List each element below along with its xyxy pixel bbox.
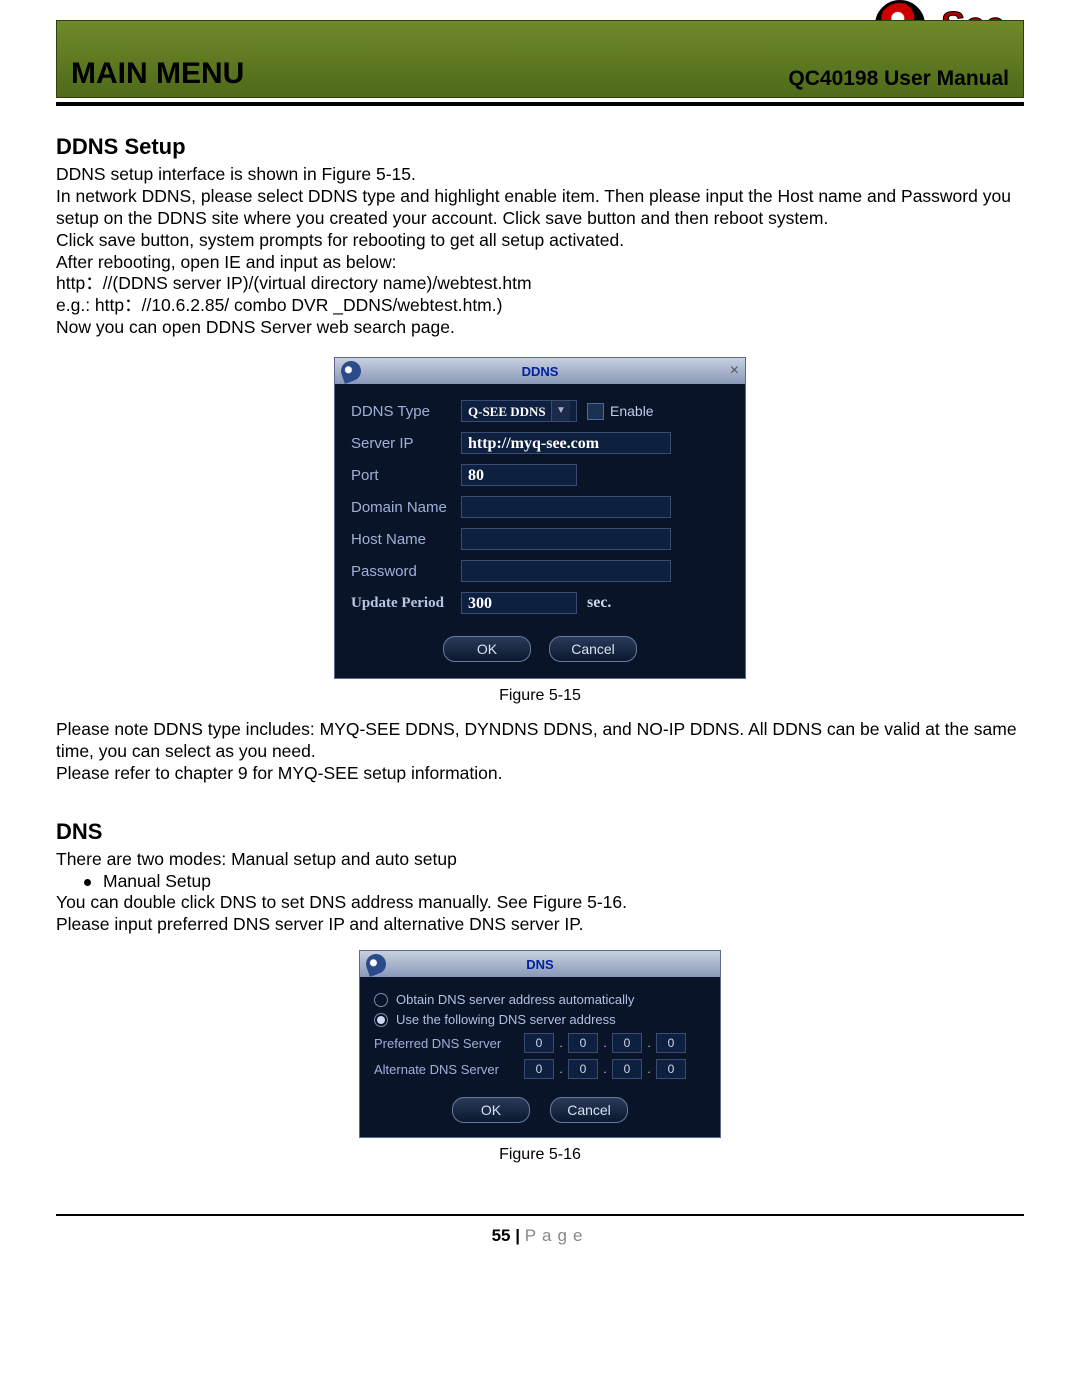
app-icon [338,358,364,384]
server-ip-input[interactable]: http://myq-see.com [461,432,671,454]
label-preferred-dns: Preferred DNS Server [374,1036,524,1051]
radio-manual-dns[interactable] [374,1013,388,1027]
ddns-window: DDNS × DDNS Type Q-SEE DDNS ▼ Enable Ser… [334,357,746,679]
password-input[interactable] [461,560,671,582]
label-domain-name: Domain Name [351,499,461,516]
ip-octet[interactable]: 0 [612,1059,642,1079]
ddns-window-title: DDNS [522,364,559,379]
ip-octet[interactable]: 0 [612,1033,642,1053]
page-footer: 55 | Page [56,1226,1024,1246]
dns-window-title: DNS [526,957,553,972]
host-name-input[interactable] [461,528,671,550]
cancel-button[interactable]: Cancel [549,636,637,662]
sec-label: sec. [587,594,611,612]
ddns-setup-heading: DDNS Setup [56,134,1024,160]
alternate-dns-input[interactable]: 0. 0. 0. 0 [524,1059,686,1079]
text-line: You can double click DNS to set DNS addr… [56,892,1024,914]
text-line: Please refer to chapter 9 for MYQ-SEE se… [56,763,1024,785]
enable-label: Enable [610,403,654,419]
label-update-period: Update Period [351,595,461,612]
ip-octet[interactable]: 0 [568,1059,598,1079]
text-line: Now you can open DDNS Server web search … [56,317,1024,339]
cancel-button[interactable]: Cancel [550,1097,628,1123]
preferred-dns-input[interactable]: 0. 0. 0. 0 [524,1033,686,1053]
label-server-ip: Server IP [351,435,461,452]
text-line: Please input preferred DNS server IP and… [56,914,1024,936]
figure-5-15-caption: Figure 5-15 [56,687,1024,705]
header-divider [56,102,1024,106]
radio-manual-label: Use the following DNS server address [396,1012,616,1027]
ok-button[interactable]: OK [452,1097,530,1123]
page-number: 55 [492,1226,511,1245]
label-ddns-type: DDNS Type [351,403,461,420]
doc-title: QC40198 User Manual [788,67,1009,91]
dns-window: DNS Obtain DNS server address automatica… [359,950,721,1138]
domain-name-input[interactable] [461,496,671,518]
close-icon[interactable]: × [730,362,739,380]
ddns-titlebar: DDNS × [335,358,745,384]
bullet-icon [84,879,91,886]
label-alternate-dns: Alternate DNS Server [374,1062,524,1077]
page-title: MAIN MENU [71,57,244,91]
ddns-type-value: Q-SEE DDNS [468,401,551,421]
text-line: e.g.: http：//10.6.2.85/ combo DVR _DDNS/… [56,295,1024,317]
text-line: There are two modes: Manual setup and au… [56,849,1024,871]
bullet-text: Manual Setup [103,871,211,893]
label-port: Port [351,467,461,484]
text-line: DDNS setup interface is shown in Figure … [56,164,1024,186]
dns-titlebar: DNS [360,951,720,977]
dns-heading: DNS [56,819,1024,845]
header-band: MAIN MENU QC40198 User Manual [56,20,1024,98]
text-line: After rebooting, open IE and input as be… [56,252,1024,274]
ip-octet[interactable]: 0 [656,1033,686,1053]
chevron-down-icon[interactable]: ▼ [551,401,570,421]
text-line: In network DDNS, please select DDNS type… [56,186,1024,230]
label-password: Password [351,563,461,580]
port-input[interactable]: 80 [461,464,577,486]
page-word: Page [525,1226,589,1245]
ddns-type-dropdown[interactable]: Q-SEE DDNS ▼ [461,400,577,422]
text-line: Click save button, system prompts for re… [56,230,1024,252]
ip-octet[interactable]: 0 [656,1059,686,1079]
enable-checkbox[interactable] [587,403,604,420]
update-period-input[interactable]: 300 [461,592,577,614]
text-line: Please note DDNS type includes: MYQ-SEE … [56,719,1024,763]
ip-octet[interactable]: 0 [568,1033,598,1053]
text-line: http：//(DDNS server IP)/(virtual directo… [56,273,1024,295]
radio-auto-label: Obtain DNS server address automatically [396,992,634,1007]
label-host-name: Host Name [351,531,461,548]
ip-octet[interactable]: 0 [524,1033,554,1053]
radio-auto-dns[interactable] [374,993,388,1007]
ip-octet[interactable]: 0 [524,1059,554,1079]
footer-divider [56,1214,1024,1216]
app-icon [363,951,389,977]
figure-5-16-caption: Figure 5-16 [56,1146,1024,1164]
ok-button[interactable]: OK [443,636,531,662]
